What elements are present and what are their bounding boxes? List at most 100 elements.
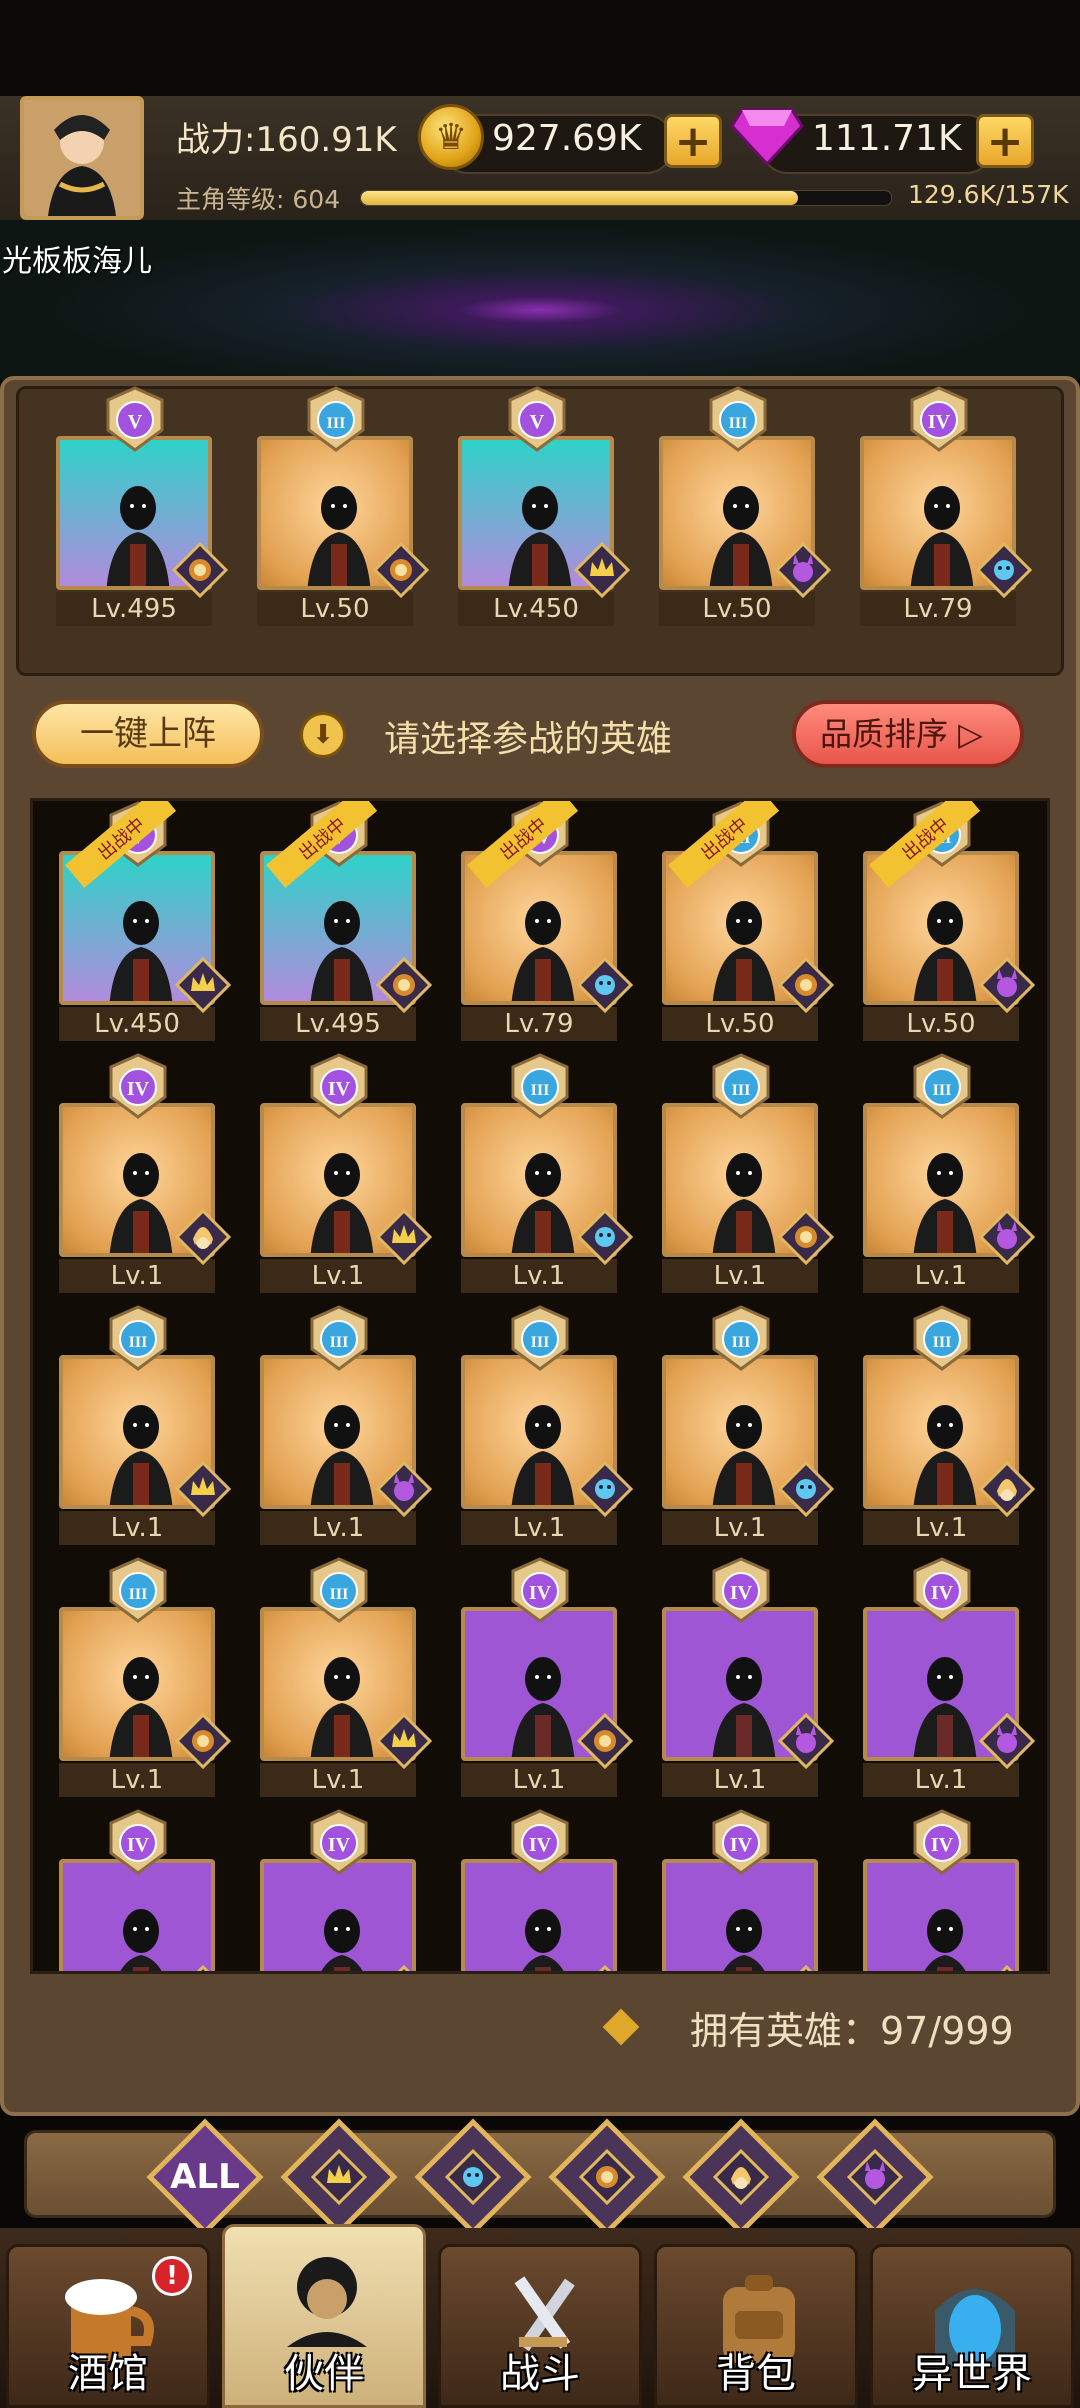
svg-text:IV: IV	[328, 1834, 351, 1856]
experience-text: 129.6K/157K	[908, 180, 1069, 209]
elf-icon	[978, 1460, 1036, 1518]
lion-icon	[174, 1712, 232, 1770]
svg-text:III: III	[330, 1334, 349, 1351]
nav-label: 酒馆	[68, 2351, 148, 2397]
gold-coin-icon: ♛	[418, 104, 484, 170]
fish-icon	[444, 2148, 502, 2209]
svg-text:III: III	[129, 1586, 148, 1603]
rank-badge-icon: III	[107, 1305, 169, 1371]
rank-badge-icon: III	[509, 1305, 571, 1371]
crown-icon	[310, 2148, 368, 2209]
lion-icon	[372, 541, 430, 599]
nav-label: 背包	[716, 2351, 796, 2397]
demon-icon	[375, 1460, 433, 1518]
hero-portrait	[662, 1859, 818, 1971]
rank-badge-icon: III	[707, 386, 769, 452]
owned-heroes-count: 拥有英雄：97/999	[690, 2009, 1014, 2053]
rank-badge-icon: III	[710, 1305, 772, 1371]
demon-icon	[777, 1712, 835, 1770]
demon-icon	[978, 956, 1036, 1014]
gem-icon	[730, 108, 804, 166]
rank-badge-icon: IV	[509, 1557, 571, 1623]
rank-badge-icon: IV	[509, 1809, 571, 1875]
lion-icon	[578, 2148, 636, 2209]
svg-text:III: III	[531, 1082, 550, 1099]
quality-sort-button[interactable]: 品质排序 ▷	[792, 700, 1024, 768]
rank-badge-icon: III	[308, 1557, 370, 1623]
rank-badge-icon: III	[308, 1305, 370, 1371]
rank-badge-icon: V	[506, 386, 568, 452]
rank-badge-icon: IV	[107, 1053, 169, 1119]
nav-tab-portal[interactable]: 异世界	[870, 2244, 1074, 2408]
svg-text:III: III	[729, 415, 748, 432]
experience-bar	[360, 190, 892, 206]
select-hero-tip: 请选择参战的英雄	[384, 719, 673, 760]
filter-crown-button[interactable]	[280, 2118, 398, 2236]
lion-icon	[171, 541, 229, 599]
rank-badge-icon: IV	[710, 1557, 772, 1623]
svg-text:III: III	[732, 1082, 751, 1099]
nav-tab-partner[interactable]: 伙伴	[222, 2224, 426, 2408]
hero-grid[interactable]: VLv.450出战中VLv.495出战中IVLv.79出战中IIILv.50出战…	[30, 798, 1050, 1974]
hero-portrait	[59, 1859, 215, 1971]
rank-badge-icon: III	[305, 386, 367, 452]
one-key-deploy-button[interactable]: 一键上阵	[32, 700, 264, 768]
fish-icon	[576, 956, 634, 1014]
rank-badge-icon: IV	[308, 1053, 370, 1119]
hero-portrait	[863, 1859, 1019, 1971]
svg-text:IV: IV	[730, 1834, 753, 1856]
status-bar	[0, 0, 1080, 96]
crown-icon	[573, 541, 631, 599]
crown-icon	[375, 1712, 433, 1770]
svg-text:IV: IV	[529, 1834, 552, 1856]
crown-icon	[375, 1208, 433, 1266]
elf-icon	[174, 1208, 232, 1266]
nav-tab-crossed-swords[interactable]: 战斗	[438, 2244, 642, 2408]
svg-text:III: III	[933, 1334, 952, 1351]
play-arrow-icon: ▷	[958, 715, 983, 753]
demon-icon	[774, 541, 832, 599]
fish-icon	[778, 1964, 834, 1971]
nav-label: 伙伴	[284, 2351, 364, 2397]
filter-elf-button[interactable]	[682, 2118, 800, 2236]
svg-text:IV: IV	[328, 1078, 351, 1100]
svg-text:III: III	[129, 1334, 148, 1351]
filter-lion-button[interactable]	[548, 2118, 666, 2236]
partner-icon	[287, 2257, 367, 2347]
filter-all-button[interactable]: ALL	[146, 2118, 264, 2236]
lion-icon	[777, 1208, 835, 1266]
experience-fill	[361, 191, 799, 205]
svg-text:IV: IV	[928, 411, 951, 433]
rank-badge-icon: IV	[107, 1809, 169, 1875]
rank-badge-icon: IV	[911, 1809, 973, 1875]
crown-icon	[577, 1964, 633, 1971]
demon-icon	[846, 2148, 904, 2209]
svg-text:III: III	[531, 1334, 550, 1351]
rank-badge-icon: III	[509, 1053, 571, 1119]
add-gold-button[interactable]: +	[664, 114, 722, 168]
add-gems-button[interactable]: +	[976, 114, 1034, 168]
fish-icon	[576, 1460, 634, 1518]
nav-tab-backpack[interactable]: 背包	[654, 2244, 858, 2408]
filter-all-label: ALL	[170, 2157, 240, 2197]
filter-demon-button[interactable]	[816, 2118, 934, 2236]
fish-icon	[975, 541, 1033, 599]
player-avatar[interactable]	[20, 96, 144, 220]
elf-icon	[376, 1964, 432, 1971]
svg-text:IV: IV	[127, 1078, 150, 1100]
rank-badge-icon: IV	[710, 1809, 772, 1875]
rank-badge-icon: III	[911, 1053, 973, 1119]
rank-badge-icon: IV	[911, 1557, 973, 1623]
level-value: 604	[292, 185, 341, 214]
rank-badge-icon: III	[911, 1305, 973, 1371]
svg-text:IV: IV	[127, 1834, 150, 1856]
fish-icon	[777, 1460, 835, 1518]
username: 光板板海儿	[2, 244, 152, 279]
sort-label: 品质排序	[820, 715, 949, 753]
alert-badge: !	[152, 2256, 192, 2296]
nav-label: 战斗	[500, 2351, 580, 2397]
svg-text:IV: IV	[931, 1834, 954, 1856]
demon-icon	[978, 1208, 1036, 1266]
svg-text:III: III	[732, 1334, 751, 1351]
filter-fish-button[interactable]	[414, 2118, 532, 2236]
